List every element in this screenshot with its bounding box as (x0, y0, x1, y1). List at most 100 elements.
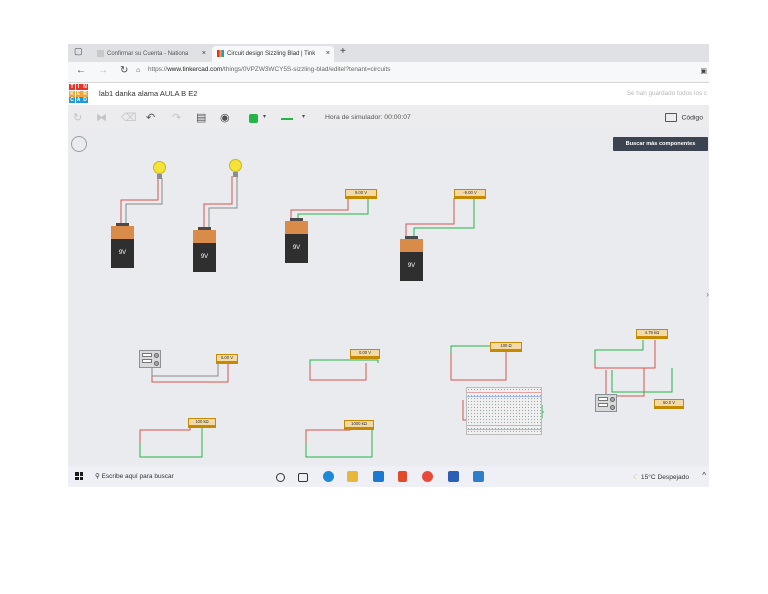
taskbar-search[interactable]: ⚲ Escribe aquí para buscar (95, 472, 174, 480)
logo-letter: A (75, 97, 82, 103)
chevron-down-icon[interactable]: ▾ (302, 113, 305, 120)
url-field[interactable]: https://www.tinkercad.com/things/0VPZW3W… (148, 66, 390, 73)
editor-toolbar: ↻ ⧓ ⌫ ↶ ↷ ▤ ◉ ▾ ▾ Hora de simulador: 00:… (68, 106, 709, 130)
code-icon (665, 113, 678, 122)
logo-letter: T (69, 84, 75, 90)
light-bulb[interactable] (229, 159, 242, 177)
multimeter-reading[interactable]: 9.00 V (345, 189, 377, 199)
windows-taskbar: ⚲ Escribe aquí para buscar ☾ 15°C Despej… (68, 466, 709, 487)
wire[interactable] (611, 368, 673, 393)
battery-9v[interactable]: 9V (111, 223, 134, 268)
wire[interactable] (413, 198, 475, 239)
circuit-workplane[interactable]: Buscar más componentes › 9V 9V 9V 9V 9.0… (68, 130, 709, 466)
logo-letter: K (69, 90, 75, 97)
light-bulb[interactable] (153, 161, 166, 179)
weather-text: 15°C Despejado (640, 474, 689, 481)
tinkercad-favicon-icon (217, 49, 224, 57)
logo-letter: N (82, 84, 88, 90)
battery-label: 9V (193, 243, 216, 272)
url-prefix: https:// (148, 66, 168, 73)
chrome-icon[interactable] (422, 471, 433, 482)
tab-label: Confirmar su Cuenta - Nationa (107, 51, 189, 57)
code-button[interactable]: Código (665, 113, 703, 122)
mirror-icon[interactable]: ⧓ (96, 111, 107, 124)
windows-start-icon[interactable] (75, 472, 83, 480)
notes-icon[interactable]: ▤ (196, 111, 206, 124)
chevron-down-icon[interactable]: ▾ (263, 113, 266, 120)
file-explorer-icon[interactable] (347, 471, 358, 482)
screenshot-frame: ▢ Confirmar su Cuenta - Nationa × Circui… (68, 44, 709, 487)
wire[interactable] (120, 178, 159, 226)
tab-label: Circuit design Sizzling Blad | Tink (227, 51, 316, 57)
power-supply[interactable] (595, 394, 617, 412)
undo-icon[interactable]: ↶ (146, 111, 155, 124)
refresh-icon[interactable]: ↻ (120, 65, 128, 76)
breadboard[interactable] (466, 387, 542, 435)
simulator-time: Hora de simulador: 00:00:07 (325, 114, 411, 121)
wire[interactable] (309, 359, 379, 366)
wire[interactable] (405, 198, 455, 239)
tab-actions-icon[interactable]: ▢ (74, 46, 83, 57)
rotate-icon[interactable]: ↻ (73, 111, 82, 124)
multimeter-reading[interactable]: -9.00 V (454, 189, 486, 199)
mail-icon[interactable] (373, 471, 384, 482)
multimeter-reading[interactable]: 100 Ω (490, 342, 522, 352)
wire[interactable] (309, 363, 367, 381)
multimeter-reading[interactable]: 5.00 V (216, 354, 238, 364)
browser-tab-circuit[interactable]: Circuit design Sizzling Blad | Tink × (212, 46, 334, 62)
url-host: www.tinkercad.com (167, 66, 223, 73)
multimeter-reading[interactable]: 100 kΩ (188, 418, 216, 428)
app-header: TIN KER CAD lab1 danka alama AULA B E2 Se … (68, 83, 709, 105)
wire[interactable] (151, 364, 219, 377)
address-bar-row: ← → ↻ ⌂ https://www.tinkercad.com/things… (68, 62, 709, 83)
photos-icon[interactable] (473, 471, 484, 482)
redo-icon[interactable]: ↷ (172, 111, 181, 124)
weather-widget[interactable]: ☾ 15°C Despejado (633, 473, 689, 481)
new-tab-button[interactable]: + (340, 46, 346, 57)
close-tab-icon[interactable]: × (326, 46, 330, 62)
back-arrow-icon[interactable]: ← (76, 65, 86, 76)
close-tab-icon[interactable]: × (202, 46, 206, 62)
browser-tab-confirmar[interactable]: Confirmar su Cuenta - Nationa × (92, 46, 210, 62)
forward-arrow-icon[interactable]: → (98, 65, 108, 76)
view-icon[interactable]: ◉ (220, 111, 230, 124)
multimeter-reading[interactable]: 0.00 V (350, 349, 380, 359)
moon-icon: ☾ (633, 474, 641, 481)
tinkercad-logo[interactable]: TIN KER CAD (69, 84, 88, 103)
power-supply[interactable] (139, 350, 161, 368)
project-title[interactable]: lab1 danka alama AULA B E2 (99, 89, 197, 98)
office-icon[interactable] (398, 471, 407, 482)
battery-9v[interactable]: 9V (193, 227, 216, 272)
wire[interactable] (203, 176, 233, 230)
wire[interactable] (125, 178, 163, 226)
wire[interactable] (208, 176, 238, 230)
tab-favicon-icon (97, 49, 104, 57)
wire-type-button[interactable] (281, 118, 293, 120)
reader-mode-icon[interactable]: ▣ (700, 67, 707, 75)
battery-9v[interactable]: 9V (400, 236, 423, 281)
wire[interactable] (594, 340, 656, 369)
wire[interactable] (450, 352, 507, 381)
word-icon[interactable] (448, 471, 459, 482)
multimeter-reading[interactable]: 4.79 kΩ (636, 329, 668, 339)
edge-icon[interactable] (323, 471, 334, 482)
task-view-icon[interactable] (298, 473, 308, 482)
delete-icon[interactable]: ⌫ (121, 111, 137, 124)
battery-9v[interactable]: 9V (285, 218, 308, 263)
logo-letter: C (69, 97, 75, 103)
logo-letter: R (82, 90, 88, 97)
lock-icon: ⌂ (136, 67, 141, 74)
logo-letter: E (75, 90, 82, 97)
browser-tab-strip: ▢ Confirmar su Cuenta - Nationa × Circui… (68, 44, 709, 62)
wire[interactable] (151, 364, 229, 383)
cortana-icon[interactable] (276, 473, 285, 482)
system-tray-chevron-icon[interactable]: ^ (702, 471, 706, 480)
multimeter-reading[interactable]: 50.0 V (654, 399, 684, 409)
logo-letter: I (75, 84, 82, 90)
wire[interactable] (139, 425, 191, 444)
wire[interactable] (305, 427, 373, 458)
color-swatch-button[interactable] (249, 114, 258, 123)
wire[interactable] (594, 340, 644, 364)
multimeter-reading[interactable]: 1000 kΩ (344, 420, 374, 430)
url-path: /things/0VPZW3WCY5S-sizzling-blad/editel… (222, 66, 391, 73)
